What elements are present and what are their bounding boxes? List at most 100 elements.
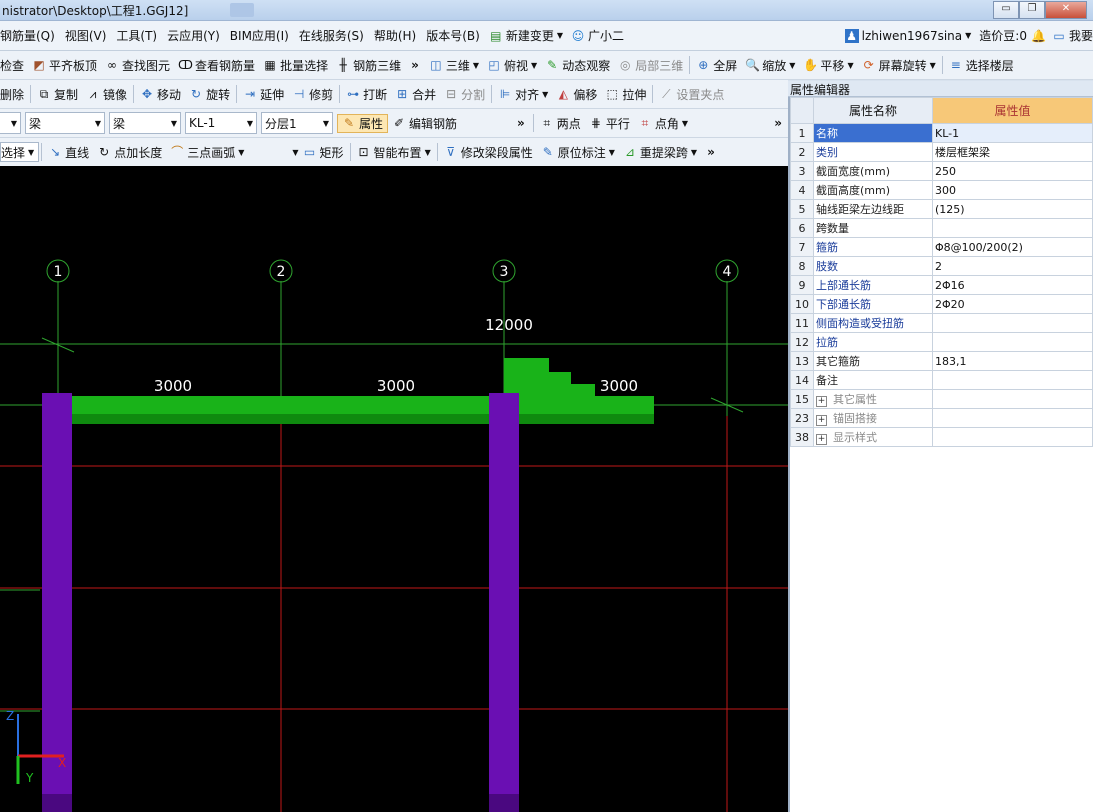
property-group-display[interactable]: 38 + 显示样式: [790, 427, 1093, 447]
property-row-height[interactable]: 4 截面高度(mm) 300: [790, 180, 1093, 200]
view-3d-button[interactable]: ◫ 三维 ▼: [425, 57, 483, 74]
element-name-select[interactable]: KL-1 ▼: [185, 112, 257, 134]
line-button[interactable]: ↘ 直线: [44, 144, 93, 161]
zoom-button[interactable]: 🔍 缩放 ▼: [741, 57, 799, 74]
layer-select[interactable]: 分层1 ▼: [261, 112, 333, 134]
expand-icon[interactable]: +: [816, 434, 827, 445]
property-row-remark[interactable]: 14 备注: [790, 370, 1093, 390]
property-value[interactable]: 2Φ16: [932, 275, 1093, 295]
property-row-bottom-rebar[interactable]: 10 下部通长筋 2Φ20: [790, 294, 1093, 314]
re-extract-span-button[interactable]: ⊿ 重提梁跨 ▼: [619, 144, 701, 161]
dynamic-view-button[interactable]: ✎ 动态观察: [541, 57, 614, 74]
property-value[interactable]: (125): [932, 199, 1093, 219]
menu-tools[interactable]: 工具(T): [111, 27, 162, 44]
floor-select[interactable]: ▼: [0, 112, 21, 134]
cost-bean[interactable]: 造价豆:0: [975, 27, 1031, 44]
point-length-button[interactable]: ↻ 点加长度: [93, 144, 166, 161]
property-value[interactable]: 2: [932, 256, 1093, 276]
properties-button[interactable]: ✎ 属性: [337, 113, 389, 133]
property-row-span-count[interactable]: 6 跨数量: [790, 218, 1093, 238]
property-row-top-rebar[interactable]: 9 上部通长筋 2Φ16: [790, 275, 1093, 295]
minimize-button[interactable]: ▭: [993, 1, 1019, 19]
property-value[interactable]: 2Φ20: [932, 294, 1093, 314]
menu-bim[interactable]: BIM应用(I): [225, 27, 294, 44]
parallel-button[interactable]: ⋕ 平行: [585, 115, 634, 132]
property-value[interactable]: Φ8@100/200(2): [932, 237, 1093, 257]
property-value[interactable]: [932, 313, 1093, 333]
expand-icon[interactable]: +: [816, 396, 827, 407]
edit-rebar-button[interactable]: ✐ 编辑钢筋: [388, 115, 461, 132]
property-row-legs[interactable]: 8 肢数 2: [790, 256, 1093, 276]
rotate-button[interactable]: ↻ 旋转: [185, 86, 234, 103]
property-value[interactable]: 183,1: [932, 351, 1093, 371]
feedback-button[interactable]: ▭ 我要: [1048, 27, 1093, 44]
rebar-3d-button[interactable]: ╫ 钢筋三维: [332, 57, 405, 74]
menu-online[interactable]: 在线服务(S): [294, 27, 369, 44]
bell-icon[interactable]: 🔔: [1031, 29, 1046, 43]
property-row-name[interactable]: 1 名称 KL-1: [790, 123, 1093, 143]
align-button[interactable]: ⊫ 对齐 ▼: [494, 86, 552, 103]
two-points-button[interactable]: ⌗ 两点: [536, 115, 585, 132]
beam-kl1[interactable]: [42, 396, 654, 414]
check-button[interactable]: 检查: [0, 57, 28, 74]
element-type-select[interactable]: 梁 ▼: [25, 112, 105, 134]
property-row-axis-offset[interactable]: 5 轴线距梁左边线距 (125): [790, 199, 1093, 219]
point-angle-button[interactable]: ⌗ 点角 ▼: [634, 115, 692, 132]
smart-layout-button[interactable]: ⊡ 智能布置 ▼: [353, 144, 435, 161]
menu-view[interactable]: 视图(V): [60, 27, 112, 44]
find-element-button[interactable]: ∞ 查找图元: [101, 57, 174, 74]
property-value[interactable]: KL-1: [932, 123, 1093, 143]
rect-button[interactable]: ▭ 矩形: [299, 144, 348, 161]
set-grip-button[interactable]: ⟋ 设置夹点: [655, 86, 728, 103]
top-view-button[interactable]: ◰ 俯视 ▼: [483, 57, 541, 74]
user-account[interactable]: ♟ lzhiwen1967sina ▼: [841, 28, 976, 43]
column-axis-1[interactable]: [42, 393, 72, 812]
copy-button[interactable]: ⧉ 复制: [33, 86, 82, 103]
menu-rebar[interactable]: 钢筋量(Q): [0, 27, 60, 44]
property-value[interactable]: [932, 218, 1093, 238]
property-value[interactable]: [932, 332, 1093, 352]
stretch-button[interactable]: ⬚ 拉伸: [601, 86, 650, 103]
property-row-category[interactable]: 2 类别 楼层框架梁: [790, 142, 1093, 162]
property-row-side-rebar[interactable]: 11 侧面构造或受扭筋: [790, 313, 1093, 333]
maximize-button[interactable]: ❐: [1019, 1, 1045, 19]
trim-button[interactable]: ⊣ 修剪: [288, 86, 337, 103]
more-icon[interactable]: »: [405, 58, 425, 72]
local-3d-button[interactable]: ◎ 局部三维: [614, 57, 687, 74]
more-icon[interactable]: »: [511, 116, 531, 130]
new-change-button[interactable]: ▤ 新建变更 ▼: [485, 27, 567, 44]
property-value[interactable]: 300: [932, 180, 1093, 200]
merge-button[interactable]: ⊞ 合并: [391, 86, 440, 103]
modify-segment-button[interactable]: ⊽ 修改梁段属性: [440, 144, 537, 161]
guangxiaoer-button[interactable]: ☺ 广小二: [567, 27, 628, 44]
property-value[interactable]: [932, 370, 1093, 390]
property-group-anchorage[interactable]: 23 + 锚固搭接: [790, 408, 1093, 428]
element-subtype-select[interactable]: 梁 ▼: [109, 112, 181, 134]
batch-select-button[interactable]: ▦ 批量选择: [259, 57, 332, 74]
property-row-other-stirrup[interactable]: 13 其它箍筋 183,1: [790, 351, 1093, 371]
three-point-arc-button[interactable]: ⌒ 三点画弧 ▼: [166, 144, 248, 161]
drawing-canvas[interactable]: 1 2 3 4 12000 3000 3000 3000 Z X Y: [0, 166, 788, 812]
view-rebar-qty-button[interactable]: ↀ 查看钢筋量: [174, 57, 259, 74]
fullscreen-button[interactable]: ⊕ 全屏: [692, 57, 741, 74]
rotate-screen-button[interactable]: ⟳ 屏幕旋转 ▼: [858, 57, 940, 74]
mirror-button[interactable]: ⩘ 镜像: [82, 86, 131, 103]
move-button[interactable]: ✥ 移动: [136, 86, 185, 103]
menu-help[interactable]: 帮助(H): [369, 27, 421, 44]
property-group-other[interactable]: 15 + 其它属性: [790, 389, 1093, 409]
property-row-stirrup[interactable]: 7 箍筋 Φ8@100/200(2): [790, 237, 1093, 257]
property-row-tie-bar[interactable]: 12 拉筋: [790, 332, 1093, 352]
offset-button[interactable]: ◭ 偏移: [552, 86, 601, 103]
delete-button[interactable]: 删除: [0, 86, 28, 103]
column-axis-3[interactable]: [489, 393, 519, 812]
extend-button[interactable]: ⇥ 延伸: [239, 86, 288, 103]
expand-icon[interactable]: +: [816, 415, 827, 426]
property-value[interactable]: 250: [932, 161, 1093, 181]
property-value[interactable]: 楼层框架梁: [932, 142, 1093, 162]
select-button[interactable]: 选择 ▼: [0, 142, 40, 162]
menu-cloud[interactable]: 云应用(Y): [162, 27, 225, 44]
flush-slab-top-button[interactable]: ◩ 平齐板顶: [28, 57, 101, 74]
break-button[interactable]: ⊶ 打断: [342, 86, 391, 103]
more-icon[interactable]: »: [768, 116, 788, 130]
original-mark-button[interactable]: ✎ 原位标注 ▼: [537, 144, 619, 161]
